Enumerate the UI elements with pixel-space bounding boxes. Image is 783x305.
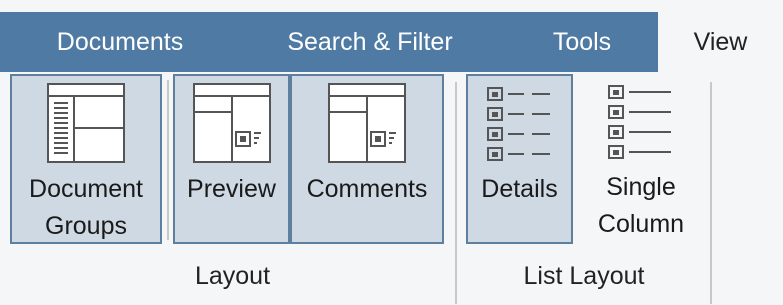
layout-group-label: Layout <box>194 262 271 290</box>
tab-tools[interactable]: Tools <box>522 12 642 72</box>
details-label: Details <box>481 175 558 203</box>
tab-search-filter[interactable]: Search & Filter <box>250 12 490 72</box>
document-groups-button[interactable]: Document Groups <box>10 74 162 244</box>
tab-view[interactable]: View <box>658 12 783 72</box>
separator <box>167 80 169 240</box>
document-groups-label-line1: Document <box>29 175 143 203</box>
tab-documents[interactable]: Documents <box>20 12 220 72</box>
single-column-list-icon <box>605 80 677 173</box>
document-groups-icon <box>46 82 126 175</box>
single-column-button[interactable]: Single Column <box>580 74 702 244</box>
details-list-icon <box>484 82 556 175</box>
list-layout-group-label: List Layout <box>523 262 645 290</box>
ribbon-tab-bar: Documents Search & Filter Tools View <box>0 12 783 72</box>
comments-button[interactable]: Comments <box>290 74 444 244</box>
preview-button[interactable]: Preview <box>173 74 290 244</box>
single-column-label-line1: Single <box>606 173 676 201</box>
details-button[interactable]: Details <box>466 74 573 244</box>
single-column-label-line2: Column <box>597 210 685 238</box>
comments-label: Comments <box>306 175 428 203</box>
document-groups-label-line2: Groups <box>45 212 127 240</box>
preview-pane-icon <box>192 82 272 175</box>
comments-pane-icon <box>327 82 407 175</box>
group-separator <box>710 82 712 304</box>
ribbon-panel: Document Groups Preview Comments Details… <box>0 72 783 305</box>
group-separator <box>455 82 457 304</box>
preview-label: Preview <box>187 175 276 203</box>
